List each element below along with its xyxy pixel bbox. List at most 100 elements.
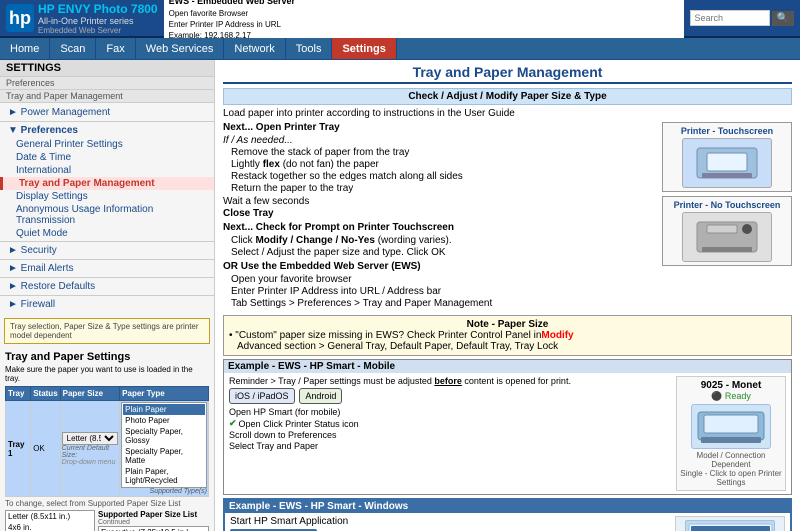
supported-ext-list[interactable]: Executive (7.25x10.5 in.) 5x8 in. Japane…: [98, 526, 209, 531]
sidebar-item-intl[interactable]: International: [0, 164, 214, 177]
printer-ts-box: Printer - Touchscreen: [662, 122, 792, 192]
breadcrumb: Preferences: [0, 77, 214, 90]
step3: Restack together so the edges match alon…: [223, 171, 654, 182]
tray-content: Tray and Paper Settings Make sure the pa…: [0, 348, 214, 531]
type-specialty-glossy[interactable]: Specialty Paper, Glossy: [123, 426, 205, 446]
col-size: Paper Size: [60, 387, 120, 401]
supported-list-title: Supported Paper Size List: [98, 510, 209, 519]
printer-img-placeholder: [691, 404, 771, 449]
paper-size-list[interactable]: Letter (8.5x11 in.) 4x6 in. 2L (127x178 …: [5, 510, 95, 531]
example-windows-title: Example - EWS - HP Smart - Windows: [225, 500, 790, 513]
nav-web-services[interactable]: Web Services: [136, 38, 225, 59]
sidebar-item-firewall[interactable]: ► Firewall: [0, 297, 214, 312]
section-check-title: Check / Adjust / Modify Paper Size & Typ…: [223, 88, 792, 105]
sidebar-divider1: [0, 121, 214, 122]
sidebar-item-quiet[interactable]: Quiet Mode: [0, 227, 214, 240]
or-ews: OR Use the Embedded Web Server (EWS): [223, 261, 654, 272]
brand-name: HP ENVY Photo 7800: [38, 2, 158, 16]
right-panel: Tray and Paper Management Check / Adjust…: [215, 60, 800, 531]
right-title: Tray and Paper Management: [223, 64, 792, 84]
single-note: Single - Click to open Printer Settings: [680, 469, 782, 487]
note-modify: Modify: [541, 330, 573, 341]
checkmark-icon: ✔: [229, 418, 237, 429]
paper-type-dropdown[interactable]: Plain Paper Photo Paper Specialty Paper,…: [121, 402, 207, 488]
type-light[interactable]: Plain Paper, Light/Recycled: [123, 466, 205, 486]
right-cols: Next... Open Printer Tray If / As needed…: [223, 122, 792, 310]
printer-ts-label: Printer - Touchscreen: [666, 126, 788, 136]
sidebar-item-anon[interactable]: Anonymous Usage Information Transmission: [0, 203, 214, 227]
ios-btn[interactable]: iOS / iPadOS: [229, 388, 295, 404]
search-area[interactable]: 🔍: [690, 10, 794, 26]
reminder-text: Reminder > Tray / Paper settings must be…: [229, 376, 670, 386]
nav-home[interactable]: Home: [0, 38, 50, 59]
col-tray: Tray: [6, 387, 31, 401]
nav-settings[interactable]: Settings: [332, 38, 396, 59]
example-mobile-bottom: Reminder > Tray / Paper settings must be…: [229, 376, 786, 491]
ext-exec[interactable]: Executive (7.25x10.5 in.): [99, 527, 208, 531]
ews2: Enter Printer IP Address into URL / Addr…: [223, 286, 654, 297]
type-plain[interactable]: Plain Paper: [123, 404, 205, 415]
note2: Advanced section > General Tray, Default…: [229, 341, 786, 352]
type-photo[interactable]: Photo Paper: [123, 415, 205, 426]
col-type: Paper Type: [120, 387, 209, 401]
size-4x6[interactable]: 4x6 in.: [6, 522, 94, 531]
type-specialty-matte[interactable]: Specialty Paper, Matte: [123, 446, 205, 466]
sidebar-item-email[interactable]: ► Email Alerts: [0, 261, 214, 276]
search-button[interactable]: 🔍: [772, 11, 794, 26]
model-note: Model / Connection Dependent: [680, 451, 782, 469]
sidebar-item-general[interactable]: General Printer Settings: [0, 138, 214, 151]
sidebar-divider4: [0, 277, 214, 278]
ews-line1: Open favorite Browser: [169, 8, 679, 19]
hp-badge: hp: [6, 4, 34, 32]
main-content: SETTINGS Preferences Tray and Paper Mana…: [0, 60, 800, 531]
search-input[interactable]: [690, 10, 770, 26]
tray1-type[interactable]: Plain Paper Photo Paper Specialty Paper,…: [120, 401, 209, 497]
nav-scan[interactable]: Scan: [50, 38, 96, 59]
ews3: Tab Settings > Preferences > Tray and Pa…: [223, 298, 654, 309]
step4: Return the paper to the tray: [223, 183, 654, 194]
sidebar: ► Power Management ▼ Preferences General…: [0, 103, 214, 314]
ews-line2: Enter Printer IP Address in URL: [169, 19, 679, 30]
subtitle: Embedded Web Server: [38, 26, 158, 35]
ews-windows-img: [685, 520, 775, 531]
click-status-text: Open Click Printer Status icon: [239, 419, 359, 429]
sidebar-item-date[interactable]: Date & Time: [0, 151, 214, 164]
step1: Remove the stack of paper from the tray: [223, 147, 654, 158]
paper-sizes-cols: Letter (8.5x11 in.) 4x6 in. 2L (127x178 …: [5, 510, 209, 531]
hp-logo: hp HP ENVY Photo 7800 All-in-One Printer…: [6, 2, 158, 35]
sidebar-divider5: [0, 295, 214, 296]
start-hp: Start HP Smart Application: [230, 516, 669, 527]
wait: Wait a few seconds: [223, 196, 654, 207]
tray1-size[interactable]: Letter (8.5x11in.) Current Default Size:…: [60, 401, 120, 497]
printer-ts-icon: [682, 138, 772, 188]
sidebar-item-restore[interactable]: ► Restore Defaults: [0, 279, 214, 294]
tray1-label: Tray 1: [6, 401, 31, 497]
ews-info: EWS - Embedded Web Server Open favorite …: [164, 0, 684, 43]
sidebar-item-display[interactable]: Display Settings: [0, 190, 214, 203]
tray1-row: Tray 1 OK Letter (8.5x11in.) Current Def…: [6, 401, 209, 497]
nav-tools[interactable]: Tools: [286, 38, 333, 59]
sidebar-divider2: [0, 241, 214, 242]
example-mobile-right: 9025 - Monet ⚫ Ready Model / Connection …: [676, 376, 786, 491]
printer-nts-label: Printer - No Touchscreen: [666, 200, 788, 210]
tray1-size-select[interactable]: Letter (8.5x11in.): [62, 432, 119, 445]
sidebar-item-prefs[interactable]: ▼ Preferences: [0, 123, 214, 138]
example-mobile-title: Example - EWS - HP Smart - Mobile: [224, 360, 791, 373]
brand-info: HP ENVY Photo 7800 All-in-One Printer se…: [38, 2, 158, 35]
sidebar-item-power[interactable]: ► Power Management: [0, 105, 214, 120]
tray1-status: OK: [31, 401, 60, 497]
col-status: Status: [31, 387, 60, 401]
sidebar-item-tray[interactable]: Tray and Paper Management: [0, 177, 214, 190]
sidebar-divider3: [0, 259, 214, 260]
sidebar-item-security[interactable]: ► Security: [0, 243, 214, 258]
header: hp HP ENVY Photo 7800 All-in-One Printer…: [0, 0, 800, 38]
size-letter[interactable]: Letter (8.5x11 in.): [6, 511, 94, 522]
printer-nts-box: Printer - No Touchscreen: [662, 196, 792, 266]
example-windows-left: Start HP Smart Application 🖨 Printer Set…: [230, 516, 669, 531]
nav-network[interactable]: Network: [224, 38, 285, 59]
supported-type-label: Supported Type(s): [121, 488, 207, 495]
navigation: Home Scan Fax Web Services Network Tools…: [0, 38, 800, 60]
nav-fax[interactable]: Fax: [96, 38, 135, 59]
android-btn[interactable]: Android: [299, 388, 342, 404]
left-panel: SETTINGS Preferences Tray and Paper Mana…: [0, 60, 215, 531]
